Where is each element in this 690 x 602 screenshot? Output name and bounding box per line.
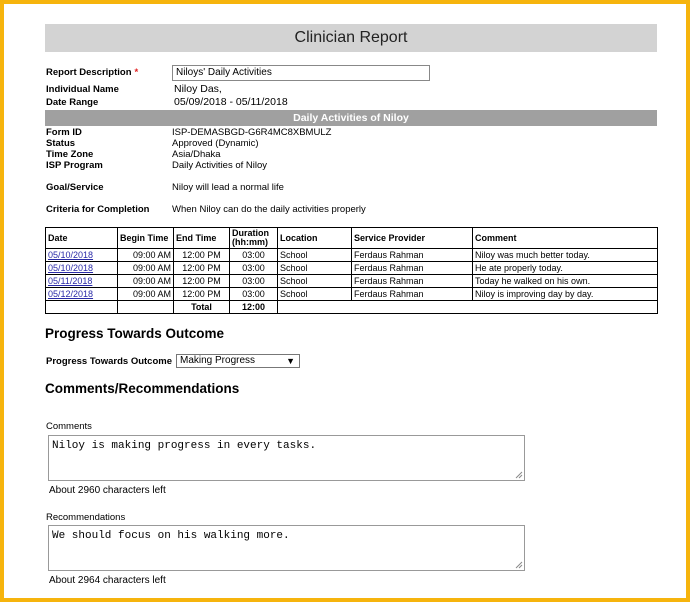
report-frame: Clinician Report Report Description * Nil…: [0, 0, 690, 602]
header-location: Location: [277, 227, 352, 249]
comments-chars-left: About 2960 characters left: [49, 485, 166, 496]
comments-text: Niloy is making progress in every tasks.: [52, 440, 317, 452]
individual-name-label: Individual Name: [46, 84, 119, 95]
header-comment: Comment: [472, 227, 658, 249]
begin-time-cell: 09:00 AM: [117, 261, 174, 275]
location-cell: School: [277, 248, 352, 262]
progress-select[interactable]: Making Progress ▼: [176, 354, 300, 368]
service-provider-cell: Ferdaus Rahman: [351, 274, 473, 288]
table-header-row: Date Begin Time End Time Duration (hh:mm…: [45, 227, 658, 249]
activities-table: Date Begin Time End Time Duration (hh:mm…: [45, 227, 658, 314]
status-value: Approved (Dynamic): [172, 138, 259, 149]
end-time-cell: 12:00 PM: [173, 261, 230, 275]
goal-label: Goal/Service: [46, 182, 104, 193]
report-description-input[interactable]: Niloys' Daily Activities: [172, 65, 430, 81]
required-mark: *: [134, 67, 139, 78]
header-end-time: End Time: [173, 227, 230, 249]
date-link[interactable]: 05/12/2018: [48, 289, 93, 299]
criteria-value: When Niloy can do the daily activities p…: [172, 204, 366, 215]
progress-heading: Progress Towards Outcome: [45, 326, 225, 341]
table-total-row: Total 12:00: [45, 300, 658, 314]
date-cell: 05/10/2018: [45, 261, 118, 275]
begin-time-cell: 09:00 AM: [117, 287, 174, 301]
date-link[interactable]: 05/10/2018: [48, 263, 93, 273]
date-range-value: 05/09/2018 - 05/11/2018: [174, 96, 288, 108]
table-row: 05/12/2018 09:00 AM 12:00 PM 03:00 Schoo…: [45, 287, 658, 301]
header-service-provider: Service Provider: [351, 227, 473, 249]
header-date: Date: [45, 227, 118, 249]
duration-cell: 03:00: [229, 274, 278, 288]
individual-name-value: Niloy Das,: [174, 83, 222, 95]
comments-label: Comments: [46, 421, 92, 432]
end-time-cell: 12:00 PM: [173, 287, 230, 301]
total-label: Total: [173, 300, 230, 314]
dropdown-arrow-icon: ▼: [286, 356, 295, 366]
status-label: Status: [46, 138, 76, 149]
recommendations-label: Recommendations: [46, 512, 126, 523]
total-value: 12:00: [229, 300, 278, 314]
location-cell: School: [277, 287, 352, 301]
duration-cell: 03:00: [229, 287, 278, 301]
location-cell: School: [277, 261, 352, 275]
progress-label: Progress Towards Outcome: [46, 356, 172, 367]
location-cell: School: [277, 274, 352, 288]
end-time-cell: 12:00 PM: [173, 274, 230, 288]
comment-cell: He ate properly today.: [472, 261, 658, 275]
date-cell: 05/12/2018: [45, 287, 118, 301]
time-zone-value: Asia/Dhaka: [172, 149, 221, 160]
resize-grip-icon[interactable]: [515, 561, 523, 569]
date-link[interactable]: 05/10/2018: [48, 250, 93, 260]
isp-program-label: ISP Program: [46, 160, 103, 171]
table-row: 05/10/2018 09:00 AM 12:00 PM 03:00 Schoo…: [45, 261, 658, 275]
begin-time-cell: 09:00 AM: [117, 248, 174, 262]
recommendations-textarea[interactable]: We should focus on his walking more.: [48, 525, 525, 571]
duration-cell: 03:00: [229, 261, 278, 275]
service-provider-cell: Ferdaus Rahman: [351, 248, 473, 262]
page-title: Clinician Report: [45, 24, 657, 52]
criteria-label: Criteria for Completion: [46, 204, 150, 215]
resize-grip-icon[interactable]: [515, 471, 523, 479]
progress-selected-value: Making Progress: [180, 355, 256, 366]
comments-heading: Comments/Recommendations: [45, 381, 240, 396]
goal-value: Niloy will lead a normal life: [172, 182, 284, 193]
date-range-label: Date Range: [46, 97, 99, 108]
time-zone-label: Time Zone: [46, 149, 94, 160]
duration-cell: 03:00: [229, 248, 278, 262]
recommendations-chars-left: About 2964 characters left: [49, 575, 166, 586]
comment-cell: Today he walked on his own.: [472, 274, 658, 288]
comment-cell: Niloy is improving day by day.: [472, 287, 658, 301]
comments-textarea[interactable]: Niloy is making progress in every tasks.: [48, 435, 525, 481]
date-cell: 05/10/2018: [45, 248, 118, 262]
form-id-value: ISP-DEMASBGD-G6R4MC8XBMULZ: [172, 127, 332, 138]
isp-program-value: Daily Activities of Niloy: [172, 160, 268, 171]
service-provider-cell: Ferdaus Rahman: [351, 287, 473, 301]
section-title: Daily Activities of Niloy: [45, 110, 657, 126]
end-time-cell: 12:00 PM: [173, 248, 230, 262]
form-id-label: Form ID: [46, 127, 82, 138]
header-duration: Duration (hh:mm): [229, 227, 278, 249]
comment-cell: Niloy was much better today.: [472, 248, 658, 262]
header-begin-time: Begin Time: [117, 227, 174, 249]
date-link[interactable]: 05/11/2018: [48, 276, 92, 286]
report-description-label: Report Description *: [46, 67, 139, 78]
recommendations-text: We should focus on his walking more.: [52, 530, 290, 542]
table-row: 05/11/2018 09:00 AM 12:00 PM 03:00 Schoo…: [45, 274, 658, 288]
date-cell: 05/11/2018: [45, 274, 118, 288]
service-provider-cell: Ferdaus Rahman: [351, 261, 473, 275]
table-row: 05/10/2018 09:00 AM 12:00 PM 03:00 Schoo…: [45, 248, 658, 262]
begin-time-cell: 09:00 AM: [117, 274, 174, 288]
